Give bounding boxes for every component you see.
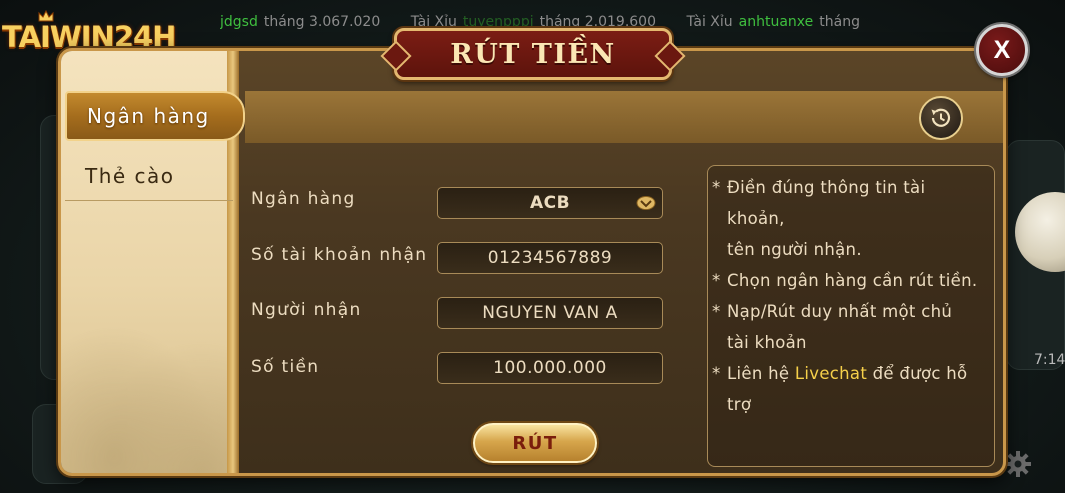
instruction-line: trợ — [708, 389, 988, 420]
ticker-game: Tài Xỉu — [686, 14, 733, 30]
instruction-text: Liên hệ — [727, 364, 795, 383]
sidebar-decoration — [61, 303, 237, 473]
bank-select-value: ACB — [529, 193, 571, 213]
receiver-label: Người nhận — [251, 300, 362, 320]
amount-label: Số tiền — [251, 357, 320, 377]
account-number-input[interactable]: 01234567889 — [437, 242, 663, 274]
tab-bank-label: Ngân hàng — [87, 104, 210, 128]
amount-input[interactable]: 100.000.000 — [437, 352, 663, 384]
withdraw-submit-button[interactable]: RÚT — [473, 423, 597, 463]
history-button[interactable] — [919, 96, 963, 140]
dialog-title: RÚT TIỀN — [450, 38, 616, 70]
receiver-name-input[interactable]: NGUYEN VAN A — [437, 297, 663, 329]
bullet-star: * — [712, 302, 721, 321]
side-time: 7:14 — [1034, 352, 1065, 368]
close-button[interactable]: X — [976, 24, 1028, 76]
ticker-user: jdgsd — [220, 14, 258, 30]
account-label: Số tài khoản nhận — [251, 245, 428, 265]
bank-select[interactable]: ACB — [437, 187, 663, 219]
withdraw-submit-label: RÚT — [512, 432, 558, 454]
instruction-line: tài khoản — [708, 327, 988, 358]
account-number-value: 01234567889 — [487, 248, 613, 268]
close-icon: X — [993, 35, 1011, 64]
instruction-text: trợ — [727, 395, 752, 414]
bullet-star: * — [712, 178, 721, 197]
dialog-title-plaque: RÚT TIỀN — [394, 28, 672, 80]
bullet-star: * — [712, 364, 721, 383]
instructions-panel: * Điền đúng thông tin tài khoản, tên ngườ… — [707, 165, 995, 467]
amount-value: 100.000.000 — [493, 358, 607, 378]
tab-scratch-card[interactable]: Thẻ cào — [65, 151, 233, 201]
bullet-star: * — [712, 271, 721, 290]
ticker-text: tháng 1. — [819, 14, 860, 30]
withdraw-dialog: Ngân hàng Thẻ cào Ngân hàng ACB Số tài k… — [58, 48, 1006, 476]
content-header-band — [245, 91, 1003, 143]
instruction-text: tên người nhận. — [727, 240, 862, 259]
instruction-line: * Liên hệ Livechat để được hỗ — [708, 358, 988, 389]
instruction-text: Chọn ngân hàng cần rút tiền. — [727, 271, 978, 290]
bank-label: Ngân hàng — [251, 189, 356, 209]
chevron-down-icon — [636, 196, 656, 210]
livechat-link[interactable]: Livechat — [795, 364, 867, 383]
ticker-text: tháng 3.067.020 — [263, 14, 381, 30]
gear-icon[interactable] — [1004, 450, 1032, 478]
instruction-line: * Điền đúng thông tin tài khoản, — [708, 172, 988, 234]
instruction-text: Điền đúng thông tin tài khoản, — [727, 178, 926, 228]
instruction-line: * Chọn ngân hàng cần rút tiền. — [708, 265, 988, 296]
instruction-text: để được hỗ — [867, 364, 968, 383]
instruction-text: Nạp/Rút duy nhất một chủ — [727, 302, 953, 321]
tab-scratch-card-label: Thẻ cào — [85, 163, 175, 188]
instruction-text: tài khoản — [727, 333, 807, 352]
receiver-name-value: NGUYEN VAN A — [482, 303, 618, 323]
instruction-line: * Nạp/Rút duy nhất một chủ — [708, 296, 988, 327]
tab-bank[interactable]: Ngân hàng — [65, 91, 245, 141]
instruction-line: tên người nhận. — [708, 234, 988, 265]
ticker-user: anhtuanxe — [738, 14, 814, 30]
history-icon — [931, 108, 951, 127]
